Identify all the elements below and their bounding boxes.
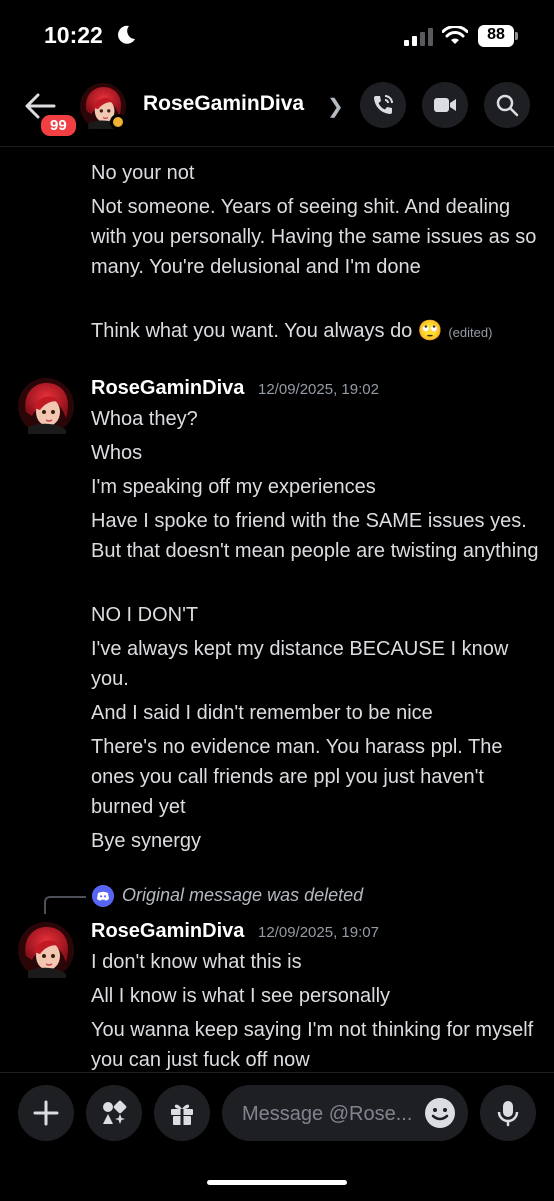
gift-icon (171, 1104, 193, 1125)
message-text: No your not (91, 162, 195, 184)
status-bar: 10:22 88 (0, 0, 554, 70)
apps-icon (103, 1100, 127, 1124)
reply-preview[interactable]: Original message was deleted (122, 885, 363, 906)
message-text: I'm speaking off my experiences (91, 476, 376, 498)
dm-header: 99 RoseGaminDiva ❯ (0, 70, 554, 147)
message-text-content: Think what you want. You always do 🙄 (91, 320, 443, 342)
video-icon (434, 98, 456, 112)
gift-button[interactable] (154, 1085, 210, 1141)
idle-status-icon (110, 114, 126, 130)
battery-indicator: 88 (478, 25, 518, 47)
avatar[interactable] (18, 378, 74, 434)
message-text: Not someone. Years of seeing shit. And d… (91, 196, 537, 278)
home-indicator (207, 1180, 347, 1185)
voice-button[interactable] (480, 1085, 536, 1141)
discord-icon (92, 885, 114, 907)
message-text: I don't know what this is (91, 951, 302, 973)
dm-username[interactable]: RoseGaminDiva (143, 92, 304, 116)
signal-icon (404, 28, 433, 46)
message-text: All I know is what I see personally (91, 985, 391, 1007)
edited-label: (edited) (448, 325, 493, 340)
message-text: And I said I didn't remember to be nice (91, 702, 433, 724)
message-text: Whoa they? (91, 408, 198, 430)
call-icon (374, 95, 393, 114)
message-text: You wanna keep saying I'm not thinking f… (91, 1019, 534, 1071)
video-button[interactable] (422, 82, 468, 128)
message-timestamp: 12/09/2025, 19:02 (258, 381, 379, 398)
mic-icon (497, 1101, 519, 1127)
message-text: NO I DON'T (91, 604, 199, 626)
avatar[interactable] (18, 922, 74, 978)
reply-connector (44, 896, 86, 914)
battery-level: 88 (487, 26, 505, 43)
message-text: Bye synergy (91, 830, 202, 852)
plus-icon (33, 1100, 59, 1126)
message-input-wrapper (222, 1085, 468, 1141)
message-input[interactable] (240, 1099, 424, 1129)
wifi-icon (442, 26, 468, 44)
apps-button[interactable] (86, 1085, 142, 1141)
message-text: I've always kept my distance BECAUSE I k… (91, 638, 509, 690)
call-button[interactable] (360, 82, 406, 128)
message-timestamp: 12/09/2025, 19:07 (258, 924, 379, 941)
add-button[interactable] (18, 1085, 74, 1141)
clock: 10:22 (44, 22, 103, 48)
message-text: There's no evidence man. You harass ppl.… (91, 736, 503, 818)
moon-icon (118, 25, 135, 44)
message-text: Whos (91, 442, 143, 464)
search-button[interactable] (484, 82, 530, 128)
message-text: Have I spoke to friend with the SAME iss… (91, 510, 539, 562)
search-icon (496, 94, 519, 117)
unread-badge: 99 (38, 112, 79, 139)
message-text: Think what you want. You always do 🙄 (ed… (91, 316, 541, 348)
message-author[interactable]: RoseGaminDiva (91, 920, 244, 943)
message-author[interactable]: RoseGaminDiva (91, 377, 244, 400)
emoji-icon[interactable] (424, 1097, 456, 1129)
chevron-right-icon[interactable]: ❯ (327, 94, 344, 119)
